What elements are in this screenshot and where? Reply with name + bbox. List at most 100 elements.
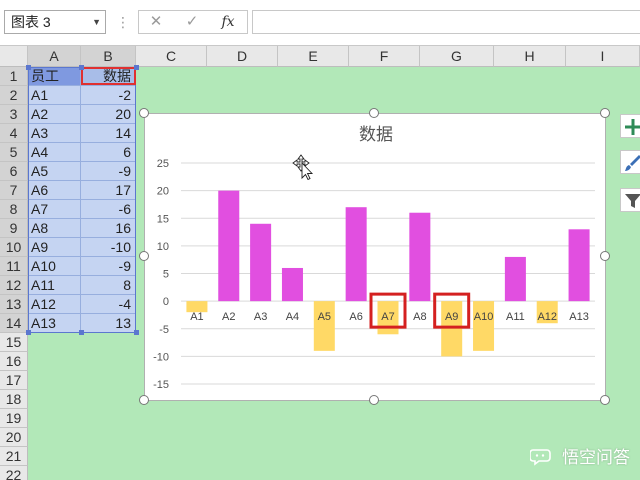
row-header-1[interactable]: 1 xyxy=(0,67,28,86)
x-category-label: A13 xyxy=(569,311,589,323)
column-header-c[interactable]: C xyxy=(136,46,207,67)
cell-employee[interactable]: A9 xyxy=(28,238,81,257)
chart-resize-handle[interactable] xyxy=(600,108,610,118)
chart-resize-handle[interactable] xyxy=(139,108,149,118)
row-header-21[interactable]: 21 xyxy=(0,447,28,466)
cell-employee[interactable]: A11 xyxy=(28,276,81,295)
bar xyxy=(409,212,431,302)
cell-employee[interactable]: A7 xyxy=(28,200,81,219)
row-header-8[interactable]: 8 xyxy=(0,200,28,219)
x-category-label: A2 xyxy=(222,311,235,323)
range-handle[interactable] xyxy=(26,330,31,335)
row-header-7[interactable]: 7 xyxy=(0,181,28,200)
cell-employee[interactable]: A5 xyxy=(28,162,81,181)
row-header-11[interactable]: 11 xyxy=(0,257,28,276)
cell-value[interactable]: 8 xyxy=(81,276,136,295)
cell-value[interactable]: -9 xyxy=(81,162,136,181)
watermark: 悟空问答 xyxy=(530,443,630,468)
cell-employee[interactable]: A13 xyxy=(28,314,81,333)
name-box[interactable]: 图表 3 ▼ xyxy=(4,10,106,34)
formula-input[interactable] xyxy=(252,10,640,34)
cancel-icon[interactable]: ✕ xyxy=(143,11,169,33)
cell-value[interactable]: 6 xyxy=(81,143,136,162)
row-header-13[interactable]: 13 xyxy=(0,295,28,314)
row-header-10[interactable]: 10 xyxy=(0,238,28,257)
chart-resize-handle[interactable] xyxy=(369,395,379,405)
cell-value[interactable]: -2 xyxy=(81,86,136,105)
select-all-corner[interactable] xyxy=(0,46,28,67)
chart-resize-handle[interactable] xyxy=(139,395,149,405)
cell-value[interactable]: -4 xyxy=(81,295,136,314)
y-tick-label: 0 xyxy=(163,296,169,308)
cell-employee[interactable]: A2 xyxy=(28,105,81,124)
chart-plot: 数据 25 20 15 10 5 0 -5 -10 -15 A1 A2 A3 A4 A5 A6 A7 A8 A9 A1… xyxy=(153,125,595,391)
chart-resize-handle[interactable] xyxy=(600,251,610,261)
formula-buttons: ✕ ✓ fx xyxy=(138,10,248,34)
cell-employee[interactable]: A1 xyxy=(28,86,81,105)
cell-value[interactable]: 13 xyxy=(81,314,136,333)
range-handle[interactable] xyxy=(79,330,84,335)
bar xyxy=(441,301,463,357)
cell-value[interactable]: 16 xyxy=(81,219,136,238)
cell-employee[interactable]: A4 xyxy=(28,143,81,162)
cell-employee[interactable]: A6 xyxy=(28,181,81,200)
chevron-down-icon[interactable]: ▼ xyxy=(92,11,101,33)
bar xyxy=(568,229,590,302)
y-tick-label: 10 xyxy=(157,241,169,253)
x-category-label: A11 xyxy=(506,311,525,323)
bar-chart[interactable]: 数据 25 20 15 10 5 0 -5 -10 -15 A1 A2 A3 A4 A5 A6 A7 A8 A9 A1… xyxy=(144,113,606,401)
chart-resize-handle[interactable] xyxy=(369,108,379,118)
range-handle[interactable] xyxy=(134,65,139,70)
row-header-9[interactable]: 9 xyxy=(0,219,28,238)
range-handle[interactable] xyxy=(134,330,139,335)
range-handle[interactable] xyxy=(79,65,84,70)
enter-icon[interactable]: ✓ xyxy=(179,11,205,33)
cell-value[interactable]: -9 xyxy=(81,257,136,276)
row-header-15[interactable]: 15 xyxy=(0,333,28,352)
header-cell-data[interactable]: 数据 xyxy=(81,67,136,86)
row-header-22[interactable]: 22 xyxy=(0,466,28,480)
column-header-a[interactable]: A xyxy=(28,46,81,67)
chart-filters-button[interactable] xyxy=(620,188,640,212)
column-header-f[interactable]: F xyxy=(349,46,420,67)
cell-employee[interactable]: A12 xyxy=(28,295,81,314)
cell-value[interactable]: 14 xyxy=(81,124,136,143)
y-tick-label: 25 xyxy=(157,158,169,170)
row-header-17[interactable]: 17 xyxy=(0,371,28,390)
insert-function-icon[interactable]: fx xyxy=(215,11,241,33)
cell-value[interactable]: -10 xyxy=(81,238,136,257)
x-category-label: A1 xyxy=(190,311,203,323)
y-tick-label: -10 xyxy=(153,351,169,363)
cell-value[interactable]: -6 xyxy=(81,200,136,219)
column-header-g[interactable]: G xyxy=(420,46,494,67)
row-header-3[interactable]: 3 xyxy=(0,105,28,124)
chart-styles-button[interactable] xyxy=(620,150,640,174)
row-header-19[interactable]: 19 xyxy=(0,409,28,428)
row-header-20[interactable]: 20 xyxy=(0,428,28,447)
watermark-text: 悟空问答 xyxy=(562,448,630,467)
column-header-e[interactable]: E xyxy=(278,46,349,67)
chart-elements-button[interactable] xyxy=(620,114,640,138)
row-header-16[interactable]: 16 xyxy=(0,352,28,371)
row-header-12[interactable]: 12 xyxy=(0,276,28,295)
column-header-h[interactable]: H xyxy=(494,46,566,67)
row-header-5[interactable]: 5 xyxy=(0,143,28,162)
row-header-4[interactable]: 4 xyxy=(0,124,28,143)
column-header-b[interactable]: B xyxy=(81,46,136,67)
row-header-18[interactable]: 18 xyxy=(0,390,28,409)
cell-employee[interactable]: A10 xyxy=(28,257,81,276)
bar xyxy=(504,256,526,302)
row-header-6[interactable]: 6 xyxy=(0,162,28,181)
column-header-i[interactable]: I xyxy=(566,46,640,67)
row-header-14[interactable]: 14 xyxy=(0,314,28,333)
cell-value[interactable]: 20 xyxy=(81,105,136,124)
cell-employee[interactable]: A8 xyxy=(28,219,81,238)
cell-value[interactable]: 17 xyxy=(81,181,136,200)
row-header-2[interactable]: 2 xyxy=(0,86,28,105)
chart-resize-handle[interactable] xyxy=(600,395,610,405)
cell-employee[interactable]: A3 xyxy=(28,124,81,143)
header-cell-employee[interactable]: 员工 xyxy=(28,67,81,86)
column-header-d[interactable]: D xyxy=(207,46,278,67)
chart-resize-handle[interactable] xyxy=(139,251,149,261)
range-handle[interactable] xyxy=(26,65,31,70)
